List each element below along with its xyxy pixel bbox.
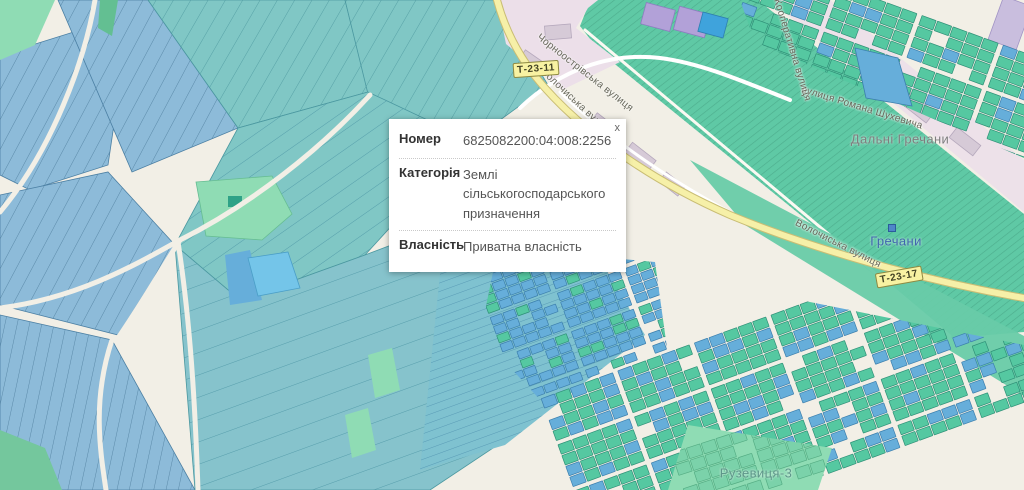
popup-row-value: Приватна власність <box>463 237 613 257</box>
popup-close-button[interactable]: x <box>613 121 623 136</box>
popup-row-label: Власність <box>399 237 463 257</box>
popup-row-ownership: Власність Приватна власність <box>399 231 616 264</box>
popup-row-number: Номер 6825082200:04:008:2256 <box>399 125 616 159</box>
popup-row-category: Категорія Землі сільськогосподарського п… <box>399 159 616 232</box>
station-icon <box>888 224 896 232</box>
popup-row-value: Землі сільськогосподарського призначення <box>463 165 613 224</box>
popup-row-label: Категорія <box>399 165 463 224</box>
popup-row-label: Номер <box>399 131 463 151</box>
popup-row-value: 6825082200:04:008:2256 <box>463 131 613 151</box>
parcel-info-popup: x Номер 6825082200:04:008:2256 Категорія… <box>389 119 626 272</box>
road-badge: Т-23-11 <box>513 60 560 78</box>
cadastral-map-app: Чорноострівська вулиця Волочиська вулиця… <box>0 0 1024 490</box>
